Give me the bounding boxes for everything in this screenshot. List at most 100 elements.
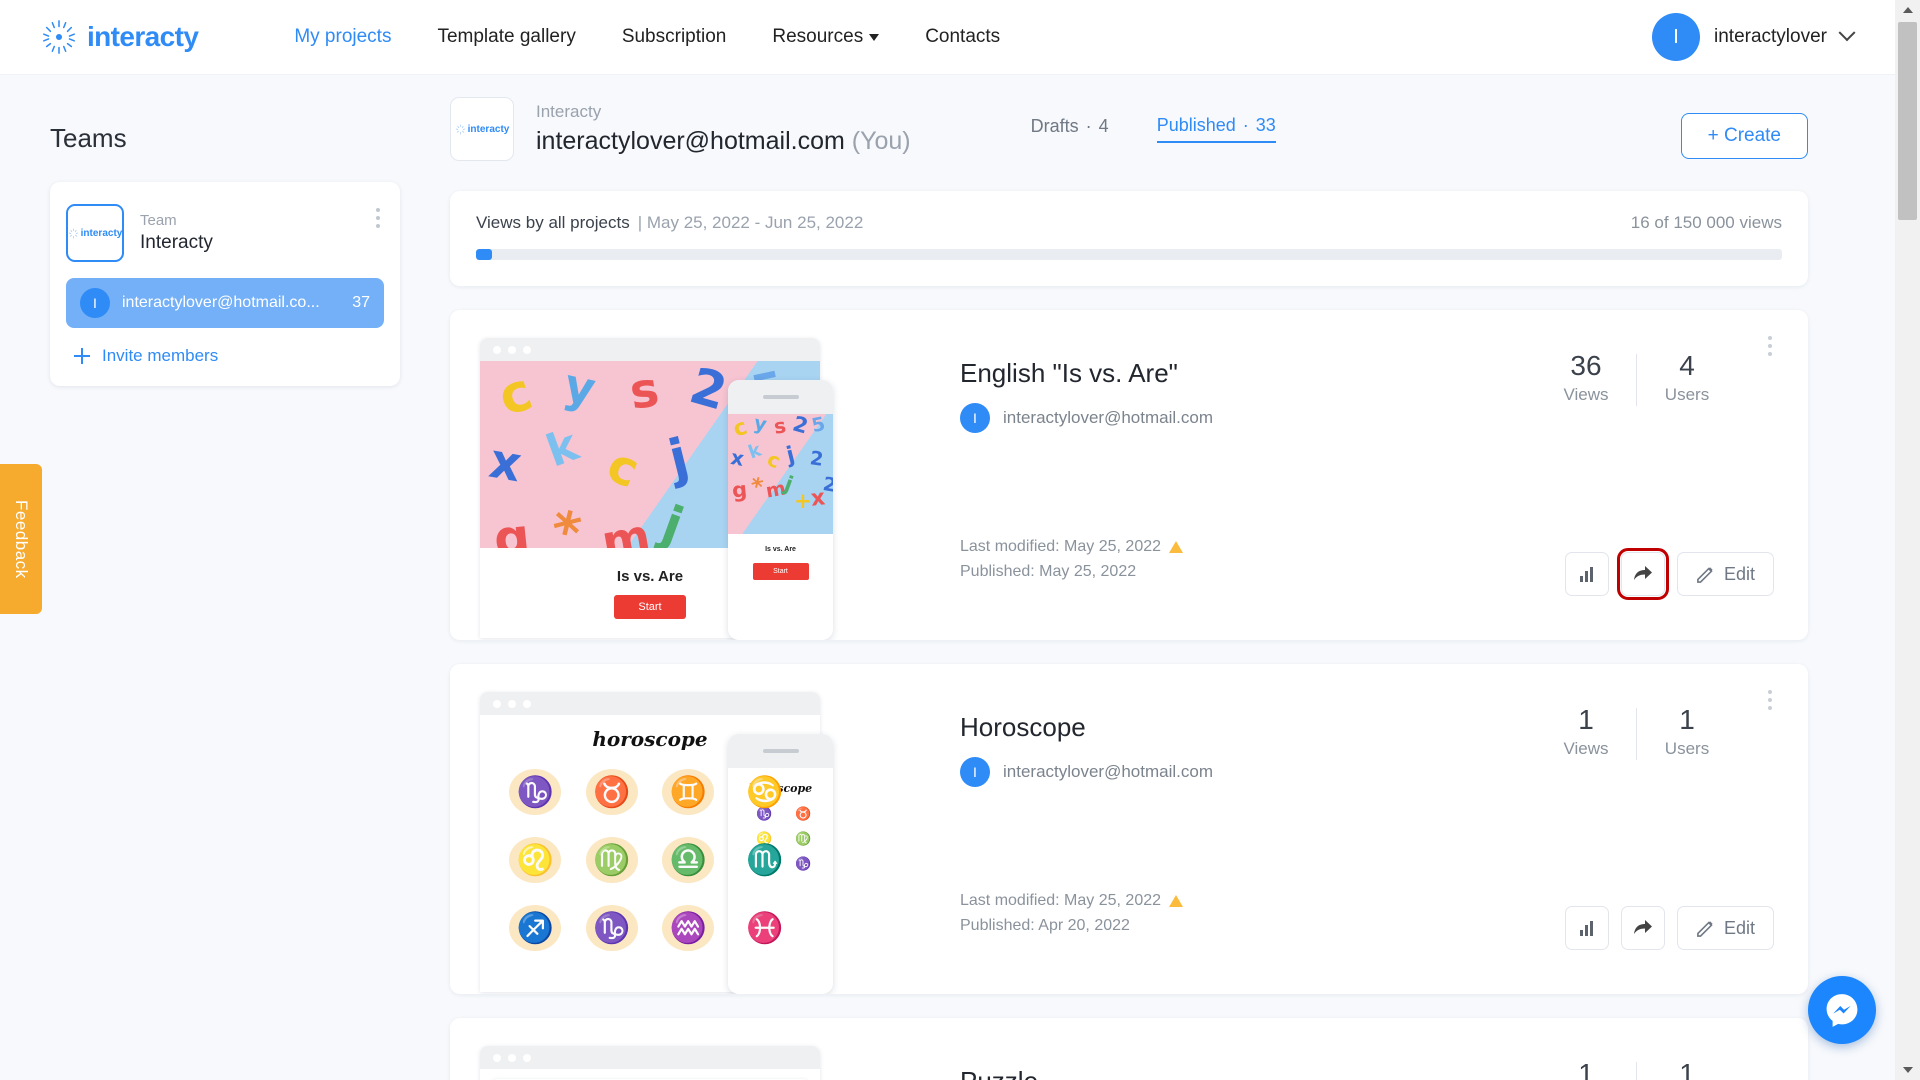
statistics-button[interactable] <box>1564 906 1609 950</box>
create-button[interactable]: + Create <box>1680 113 1808 159</box>
nav-link-subscription-label: Subscription <box>621 26 727 47</box>
zodiac-sign: ♎ <box>814 828 833 850</box>
zodiac-sign: ♎ <box>653 829 724 891</box>
scrollbar-thumb[interactable] <box>1898 22 1917 220</box>
nav-link-resources-label: Resources <box>772 26 864 47</box>
stat-users: 1 <box>1637 1058 1737 1080</box>
avatar-initial: I <box>93 295 97 311</box>
edit-button[interactable]: Edit <box>1676 906 1774 950</box>
plastic-letter: 5 <box>809 414 828 438</box>
nav-link-template-gallery[interactable]: Template gallery <box>437 26 575 48</box>
views-range-text: May 25, 2022 - Jun 25, 2022 <box>646 213 864 232</box>
nav-link-subscription[interactable]: Subscription <box>622 26 727 48</box>
chevron-down-icon <box>1838 24 1856 42</box>
scroll-up-button[interactable] <box>1895 0 1920 20</box>
user-menu[interactable]: I interactylover <box>1652 13 1856 61</box>
zodiac-sign: ♍ <box>577 829 648 891</box>
zodiac-sign: ♌ <box>500 829 571 891</box>
project-thumbnail[interactable]: horoscope ♑♉♊♋♌♍♎♏♐♑♒♓ horoscope ♑♉♊♋♌♍♎… <box>450 664 920 994</box>
project-info: Horoscope I interactylover@hotmail.com L… <box>920 664 1518 994</box>
feedback-tab-label: Feedback <box>12 499 31 579</box>
statistics-button[interactable] <box>1564 552 1609 596</box>
scroll-up-arrow-icon <box>1902 7 1913 13</box>
chevron-down-icon <box>869 33 880 41</box>
project-status-tabs: Drafts · 4 Published · 33 <box>1031 115 1276 143</box>
nav-link-contacts-label: Contacts <box>925 26 1001 47</box>
tab-published-count: 33 <box>1255 115 1276 135</box>
project-stats-row: 1 Views 1 Users <box>1518 704 1808 760</box>
zodiac-sign: ♉ <box>577 761 648 823</box>
plastic-letter: c <box>491 362 540 429</box>
warning-icon <box>1169 540 1184 553</box>
plastic-letter: + <box>794 488 812 513</box>
stat-views: 1 Views <box>1536 704 1636 759</box>
brand-logo[interactable]: interacty <box>40 18 199 56</box>
warning-icon <box>1169 894 1184 907</box>
messenger-icon <box>1826 994 1858 1027</box>
sidebar-member-item[interactable]: I interactylover@hotmail.co... 37 <box>66 278 384 328</box>
zodiac-sign: ♑ <box>500 761 571 823</box>
project-card[interactable]: Number of actions: 0 00:00 <box>450 1018 1808 1080</box>
project-published-date: Published: Apr 20, 2022 <box>960 917 1130 935</box>
thumb-caption-title: Is vs. Are <box>616 567 684 585</box>
project-owner-email: interactylover@hotmail.com <box>1003 408 1213 427</box>
project-stats-row: 36 Views 4 Users <box>1518 350 1808 406</box>
zodiac-glyph: ♋ <box>746 775 784 809</box>
page-scrollbar[interactable] <box>1895 0 1920 1080</box>
interacty-logo-icon <box>68 227 78 239</box>
plastic-letter: j <box>654 494 691 555</box>
project-stats: 36 Views 4 Users Edit <box>1518 310 1808 640</box>
invite-members-button[interactable]: Invite members <box>74 346 384 366</box>
messenger-chat-button[interactable] <box>1808 976 1876 1044</box>
stat-views: 36 Views <box>1536 350 1636 405</box>
share-arrow-icon <box>1633 920 1652 934</box>
edit-button[interactable]: Edit <box>1676 552 1774 596</box>
nav-link-my-projects[interactable]: My projects <box>294 26 391 48</box>
scroll-down-button[interactable] <box>1895 1060 1920 1080</box>
zodiac-glyph: ♎ <box>669 843 707 877</box>
project-options-kebab-icon[interactable] <box>1768 690 1772 710</box>
zodiac-sign: ♒ <box>653 897 724 959</box>
plastic-letter: x <box>729 444 747 471</box>
account-meta: Interacty interactylover@hotmail.com (Yo… <box>536 100 911 157</box>
sidebar-title: Teams <box>50 123 127 153</box>
main-nav-links: My projects Template gallery Subscriptio… <box>294 26 1046 48</box>
project-card[interactable]: cys25xkcj2g*mj+x2 Is vs. Are Start cys25… <box>450 310 1808 640</box>
stat-views-value: 1 <box>1578 704 1594 735</box>
project-info: English "Is vs. Are" I interactylover@ho… <box>920 310 1518 640</box>
account-email-text: interactylover@hotmail.com <box>536 127 845 156</box>
tab-published[interactable]: Published · 33 <box>1156 115 1276 143</box>
plastic-letter: 2 <box>790 414 811 439</box>
stat-users-value: 1 <box>1679 1058 1695 1080</box>
project-card[interactable]: horoscope ♑♉♊♋♌♍♎♏♐♑♒♓ horoscope ♑♉♊♋♌♍♎… <box>450 664 1808 994</box>
project-thumbnail[interactable]: Number of actions: 0 00:00 <box>450 1018 920 1080</box>
share-button[interactable] <box>1616 548 1669 600</box>
letters-artwork-mobile: c y s 2 5 x k c j 2 g * m j + x 2 <box>728 414 833 534</box>
tab-drafts[interactable]: Drafts · 4 <box>1031 116 1109 142</box>
views-summary-line: Views by all projects | May 25, 2022 - J… <box>476 213 1782 233</box>
share-button[interactable] <box>1620 906 1665 950</box>
team-row[interactable]: interacty Team Interacty <box>66 200 384 274</box>
team-options-kebab-icon[interactable] <box>376 208 380 228</box>
nav-link-contacts[interactable]: Contacts <box>925 26 1000 48</box>
views-separator: | <box>637 213 643 232</box>
zodiac-glyph: ♑ <box>516 775 554 809</box>
plastic-letter: g <box>730 477 749 503</box>
project-thumbnail[interactable]: cys25xkcj2g*mj+x2 Is vs. Are Start cys25… <box>450 310 920 640</box>
plastic-letter: 2 <box>808 447 825 471</box>
plus-icon <box>74 348 90 364</box>
feedback-tab-button[interactable]: Feedback <box>0 464 42 614</box>
pencil-icon <box>1697 920 1713 937</box>
main-content: interacty Interacty interactylover@hotma… <box>450 75 1850 1080</box>
nav-link-resources[interactable]: Resources <box>772 26 880 48</box>
stat-views: 1 <box>1536 1058 1636 1080</box>
project-dates: Last modified: May 25, 2022 Published: M… <box>960 535 1184 585</box>
share-arrow-icon <box>1633 566 1652 580</box>
stat-views-label: Views <box>1563 739 1609 759</box>
project-options-kebab-icon[interactable] <box>1768 336 1772 356</box>
zodiac-glyph: ♑ <box>795 856 812 871</box>
pencil-icon <box>1697 566 1713 583</box>
team-label: Team <box>140 211 177 229</box>
project-info: Puzzle <box>920 1018 1518 1080</box>
phone-content: c y s 2 5 x k c j 2 g * m j + x 2 Is vs. Are Start <box>728 414 833 640</box>
